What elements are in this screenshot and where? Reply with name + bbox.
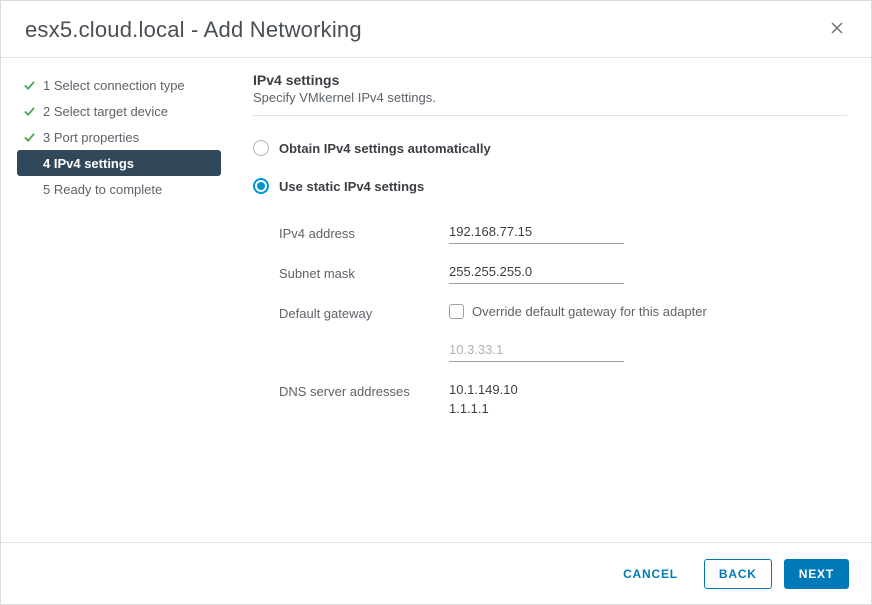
main-panel: IPv4 settings Specify VMkernel IPv4 sett… bbox=[229, 58, 871, 542]
cancel-button[interactable]: CANCEL bbox=[609, 559, 692, 589]
radio-label: Obtain IPv4 settings automatically bbox=[279, 141, 491, 156]
override-gateway-control[interactable]: Override default gateway for this adapte… bbox=[449, 302, 707, 322]
checkmark-icon bbox=[21, 77, 37, 93]
step-label: 3 Port properties bbox=[43, 130, 139, 145]
row-subnet-mask: Subnet mask bbox=[279, 262, 847, 284]
dns-value-2: 1.1.1.1 bbox=[449, 399, 518, 419]
row-dns-servers: DNS server addresses 10.1.149.10 1.1.1.1 bbox=[279, 380, 847, 419]
input-default-gateway bbox=[449, 340, 624, 362]
input-subnet-mask[interactable] bbox=[449, 262, 624, 284]
label-subnet-mask: Subnet mask bbox=[279, 262, 449, 281]
radio-static[interactable]: Use static IPv4 settings bbox=[253, 178, 847, 194]
step-label: 2 Select target device bbox=[43, 104, 168, 119]
step-connection-type[interactable]: 1 Select connection type bbox=[17, 72, 221, 98]
label-ipv4-address: IPv4 address bbox=[279, 222, 449, 241]
step-ready-complete[interactable]: 5 Ready to complete bbox=[17, 176, 221, 202]
radio-obtain-auto[interactable]: Obtain IPv4 settings automatically bbox=[253, 140, 847, 156]
section-title: IPv4 settings bbox=[253, 72, 847, 88]
back-button[interactable]: BACK bbox=[704, 559, 772, 589]
dialog-footer: CANCEL BACK NEXT bbox=[1, 542, 871, 604]
override-label: Override default gateway for this adapte… bbox=[472, 302, 707, 322]
next-button[interactable]: NEXT bbox=[784, 559, 849, 589]
step-label: 4 IPv4 settings bbox=[43, 156, 134, 171]
wizard-sidebar: 1 Select connection type 2 Select target… bbox=[1, 58, 229, 542]
close-button[interactable] bbox=[827, 20, 847, 40]
static-settings-form: IPv4 address Subnet mask Default gateway… bbox=[253, 216, 847, 419]
step-label: 1 Select connection type bbox=[43, 78, 185, 93]
step-ipv4-settings[interactable]: 4 IPv4 settings bbox=[17, 150, 221, 176]
radio-icon bbox=[253, 178, 269, 194]
checkbox-icon bbox=[449, 304, 464, 319]
label-default-gateway: Default gateway bbox=[279, 302, 449, 321]
dialog-title: esx5.cloud.local - Add Networking bbox=[25, 17, 362, 43]
checkmark-icon bbox=[21, 129, 37, 145]
label-dns-servers: DNS server addresses bbox=[279, 380, 449, 399]
dialog-header: esx5.cloud.local - Add Networking bbox=[1, 1, 871, 58]
section-description: Specify VMkernel IPv4 settings. bbox=[253, 90, 847, 116]
input-ipv4-address[interactable] bbox=[449, 222, 624, 244]
radio-icon bbox=[253, 140, 269, 156]
radio-label: Use static IPv4 settings bbox=[279, 179, 424, 194]
dialog-body: 1 Select connection type 2 Select target… bbox=[1, 58, 871, 542]
row-default-gateway: Default gateway Override default gateway… bbox=[279, 302, 847, 362]
row-ipv4-address: IPv4 address bbox=[279, 222, 847, 244]
step-port-properties[interactable]: 3 Port properties bbox=[17, 124, 221, 150]
step-target-device[interactable]: 2 Select target device bbox=[17, 98, 221, 124]
close-icon bbox=[831, 21, 843, 39]
step-label: 5 Ready to complete bbox=[43, 182, 162, 197]
checkmark-icon bbox=[21, 103, 37, 119]
add-networking-dialog: esx5.cloud.local - Add Networking 1 Sele… bbox=[0, 0, 872, 605]
dns-value-1: 10.1.149.10 bbox=[449, 380, 518, 400]
